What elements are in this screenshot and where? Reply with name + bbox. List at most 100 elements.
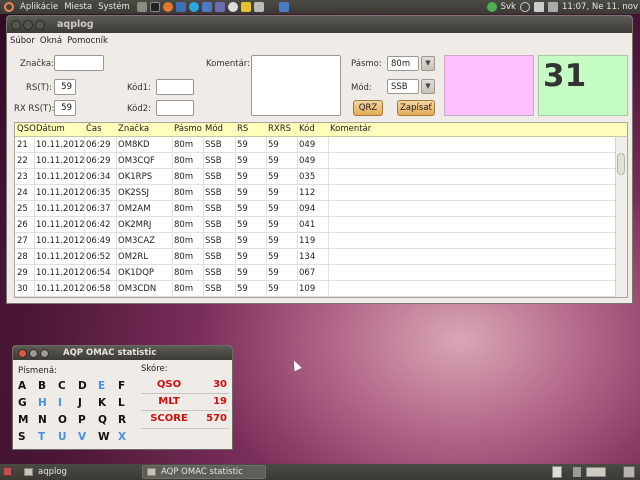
launcher-s-icon[interactable] bbox=[201, 2, 212, 12]
table-cell: OM2AM bbox=[118, 204, 151, 214]
col-header-rxrs[interactable]: RXRS bbox=[268, 124, 291, 134]
table-cell: 59 bbox=[268, 204, 279, 214]
scrollbar-thumb[interactable] bbox=[617, 153, 625, 175]
table-scrollbar[interactable] bbox=[615, 137, 627, 297]
pasmo-label: Pásmo: bbox=[351, 59, 382, 69]
minimize-icon[interactable] bbox=[23, 19, 33, 30]
launcher-editor-icon[interactable] bbox=[214, 2, 225, 12]
qso-table[interactable]: QSO Dátum Čas Značka Pásmo Mód RS RXRS K… bbox=[14, 122, 628, 298]
letters-grid: ABCDEF GHI J KL MNOPQR STUVWX YZ bbox=[18, 380, 138, 449]
mail-icon[interactable] bbox=[533, 2, 544, 12]
launcher-terminal-icon[interactable] bbox=[149, 2, 160, 12]
mod-select[interactable]: SSB bbox=[387, 79, 419, 94]
menu-windows[interactable]: Okná bbox=[40, 36, 62, 46]
launcher-skype-icon[interactable] bbox=[188, 2, 199, 12]
table-cell: 119 bbox=[299, 236, 316, 246]
minimize-icon[interactable] bbox=[29, 348, 38, 358]
letter-n: N bbox=[38, 414, 47, 426]
notes-icon[interactable] bbox=[552, 466, 562, 478]
table-cell: 06:49 bbox=[86, 236, 111, 246]
table-row[interactable]: 23 10.11.2012 06:34 OK1RPS 80m SSB 59 59 035 bbox=[15, 169, 627, 185]
col-header-datum[interactable]: Dátum bbox=[36, 124, 65, 134]
statistic-titlebar[interactable]: AQP OMAC statistic bbox=[13, 346, 232, 360]
launcher-clock-icon[interactable] bbox=[227, 2, 238, 12]
keyboard-layout[interactable]: Svk bbox=[501, 2, 516, 12]
table-row[interactable]: 30 10.11.2012 06:58 OM3CDN 80m SSB 59 59 109 bbox=[15, 281, 627, 297]
launcher-warning-icon[interactable] bbox=[240, 2, 251, 12]
letter-u: U bbox=[58, 431, 67, 443]
window-titlebar[interactable]: aqplog bbox=[7, 16, 632, 33]
kod2-input[interactable] bbox=[156, 100, 194, 116]
rxrst-input[interactable]: 59 bbox=[54, 100, 76, 116]
table-row[interactable]: 22 10.11.2012 06:29 OM3CQF 80m SSB 59 59 049 bbox=[15, 153, 627, 169]
status-ok-icon[interactable] bbox=[486, 2, 497, 12]
table-cell: 80m bbox=[174, 268, 194, 278]
letter-g: G bbox=[18, 397, 27, 409]
table-cell: OK1DQP bbox=[118, 268, 155, 278]
table-row[interactable]: 28 10.11.2012 06:52 OM2RL 80m SSB 59 59 134 bbox=[15, 249, 627, 265]
table-row[interactable]: 29 10.11.2012 06:54 OK1DQP 80m SSB 59 59 067 bbox=[15, 265, 627, 281]
table-cell: 80m bbox=[174, 140, 194, 150]
trash-icon[interactable] bbox=[623, 466, 635, 478]
menu-help[interactable]: Pomocník bbox=[67, 36, 108, 46]
col-header-komentar[interactable]: Komentár bbox=[330, 124, 371, 134]
wifi-icon[interactable] bbox=[519, 2, 530, 12]
qso-counter: 31 bbox=[543, 58, 587, 94]
show-desktop-icon[interactable] bbox=[3, 467, 12, 476]
col-header-znacka[interactable]: Značka bbox=[118, 124, 149, 134]
menu-applications[interactable]: Aplikácie bbox=[17, 2, 61, 12]
komentar-input[interactable] bbox=[251, 55, 341, 116]
close-icon[interactable] bbox=[18, 348, 27, 358]
task-aqplog[interactable]: aqplog bbox=[20, 465, 140, 479]
table-cell: SSB bbox=[205, 252, 222, 262]
table-row[interactable]: 26 10.11.2012 06:42 OK2MRJ 80m SSB 59 59 041 bbox=[15, 217, 627, 233]
table-row[interactable]: 27 10.11.2012 06:49 OM3CAZ 80m SSB 59 59 119 bbox=[15, 233, 627, 249]
qrz-button[interactable]: QRZ bbox=[353, 100, 383, 116]
zapisat-button[interactable]: Zapísať bbox=[397, 100, 435, 116]
clock[interactable]: 11:07, Ne 11. nov bbox=[562, 2, 638, 12]
menu-file[interactable]: Súbor bbox=[10, 36, 35, 46]
device-icon[interactable] bbox=[573, 467, 581, 477]
col-header-pasmo[interactable]: Pásmo bbox=[174, 124, 202, 134]
table-cell: 29 bbox=[17, 268, 28, 278]
table-cell: 80m bbox=[174, 236, 194, 246]
ubuntu-logo-icon[interactable] bbox=[4, 2, 14, 12]
maximize-icon[interactable] bbox=[40, 348, 49, 358]
col-divider bbox=[116, 137, 117, 297]
znacka-input[interactable] bbox=[54, 55, 104, 71]
score-value: 19 bbox=[213, 396, 227, 407]
task-statistic[interactable]: AQP OMAC statistic bbox=[142, 465, 266, 479]
pasmo-select[interactable]: 80m bbox=[387, 56, 419, 71]
close-icon[interactable] bbox=[11, 19, 21, 30]
col-header-cas[interactable]: Čas bbox=[86, 124, 102, 134]
table-cell: 80m bbox=[174, 284, 194, 294]
table-cell: 80m bbox=[174, 188, 194, 198]
col-header-qso[interactable]: QSO bbox=[17, 124, 36, 134]
table-row[interactable]: 25 10.11.2012 06:37 OM2AM 80m SSB 59 59 094 bbox=[15, 201, 627, 217]
table-cell: 06:54 bbox=[86, 268, 111, 278]
workspace-switcher[interactable] bbox=[586, 467, 606, 477]
rst-input[interactable]: 59 bbox=[54, 79, 76, 95]
info-panel-pink bbox=[444, 55, 534, 116]
launcher-mail-icon[interactable] bbox=[175, 2, 186, 12]
kod1-input[interactable] bbox=[156, 79, 194, 95]
score-label: Skóre: bbox=[141, 364, 168, 374]
table-row[interactable]: 24 10.11.2012 06:35 OK2SSJ 80m SSB 59 59 112 bbox=[15, 185, 627, 201]
launcher-files-icon[interactable] bbox=[136, 2, 147, 12]
pasmo-dropdown-icon[interactable]: ▼ bbox=[421, 56, 435, 71]
launcher-network-icon[interactable] bbox=[253, 2, 264, 12]
col-header-kod[interactable]: Kód bbox=[299, 124, 315, 134]
maximize-icon[interactable] bbox=[35, 19, 45, 30]
mod-dropdown-icon[interactable]: ▼ bbox=[421, 79, 435, 94]
menu-places[interactable]: Miesta bbox=[61, 2, 95, 12]
menu-system[interactable]: Systém bbox=[95, 2, 133, 12]
table-row[interactable]: 21 10.11.2012 06:29 OM8KD 80m SSB 59 59 049 bbox=[15, 137, 627, 153]
volume-icon[interactable] bbox=[547, 2, 558, 12]
col-header-mod[interactable]: Mód bbox=[205, 124, 223, 134]
table-cell: 067 bbox=[299, 268, 316, 278]
launcher-app-icon[interactable] bbox=[278, 2, 289, 12]
launcher-firefox-icon[interactable] bbox=[162, 2, 173, 12]
col-header-rs[interactable]: RS bbox=[237, 124, 248, 134]
table-cell: 06:58 bbox=[86, 284, 111, 294]
col-divider bbox=[84, 137, 85, 297]
